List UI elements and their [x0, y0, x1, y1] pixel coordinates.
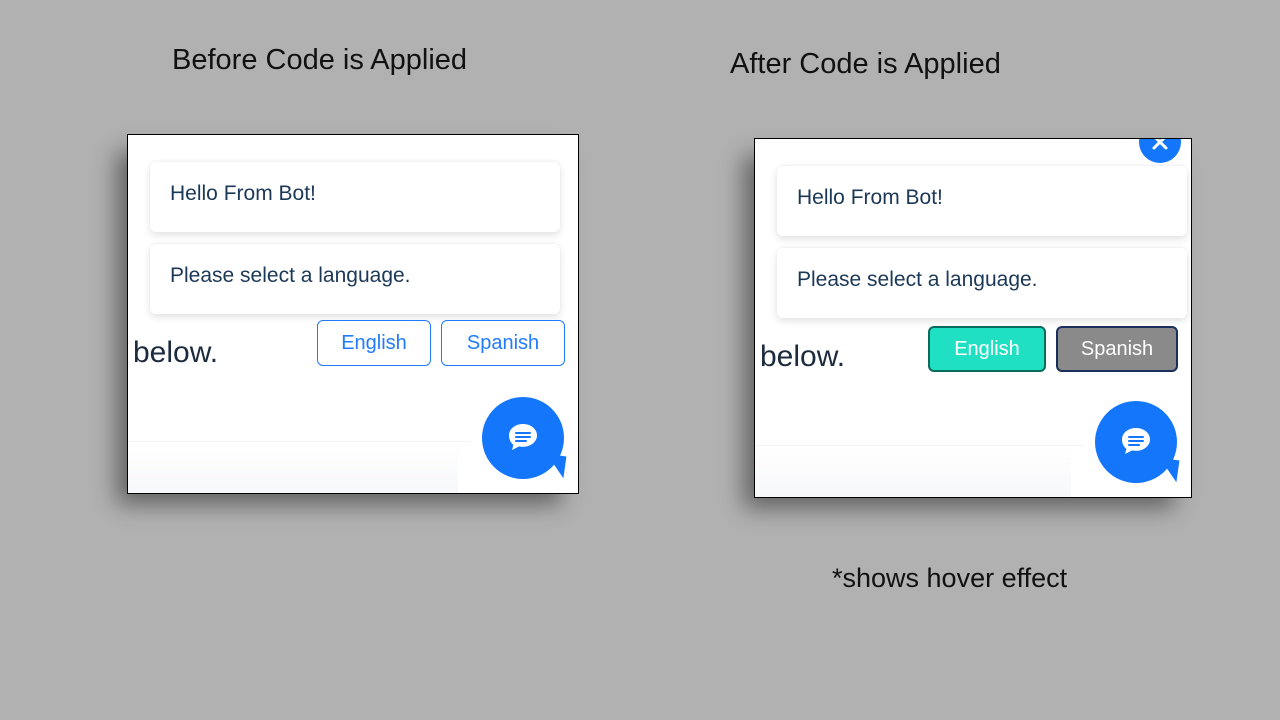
heading-before: Before Code is Applied	[172, 44, 467, 77]
bot-message: Please select a language.	[150, 244, 560, 314]
chat-icon	[1117, 423, 1155, 461]
language-button-row: English Spanish	[928, 326, 1178, 372]
bot-message-text: Please select a language.	[797, 268, 1038, 291]
chat-icon	[504, 419, 542, 457]
truncated-text: below.	[133, 336, 218, 370]
bot-message-text: Please select a language.	[170, 264, 411, 287]
truncated-text: below.	[760, 340, 845, 374]
bot-message: Please select a language.	[777, 248, 1187, 318]
language-button-row: English Spanish	[317, 320, 565, 366]
chat-launcher-button[interactable]	[1095, 401, 1177, 483]
english-button[interactable]: English	[928, 326, 1046, 372]
bot-message-text: Hello From Bot!	[797, 186, 943, 209]
close-icon	[1150, 138, 1170, 152]
chat-launcher-button[interactable]	[482, 397, 564, 479]
bot-message-text: Hello From Bot!	[170, 182, 316, 205]
panel-before: Hello From Bot! Please select a language…	[127, 134, 579, 494]
heading-after: After Code is Applied	[730, 48, 1001, 81]
english-button[interactable]: English	[317, 320, 431, 366]
close-button[interactable]	[1139, 138, 1181, 163]
panel-after: Hello From Bot! Please select a language…	[754, 138, 1192, 498]
caption-hover-note: *shows hover effect	[832, 563, 1067, 594]
spanish-button[interactable]: Spanish	[1056, 326, 1178, 372]
spanish-button[interactable]: Spanish	[441, 320, 565, 366]
bot-message: Hello From Bot!	[777, 166, 1187, 236]
bot-message: Hello From Bot!	[150, 162, 560, 232]
